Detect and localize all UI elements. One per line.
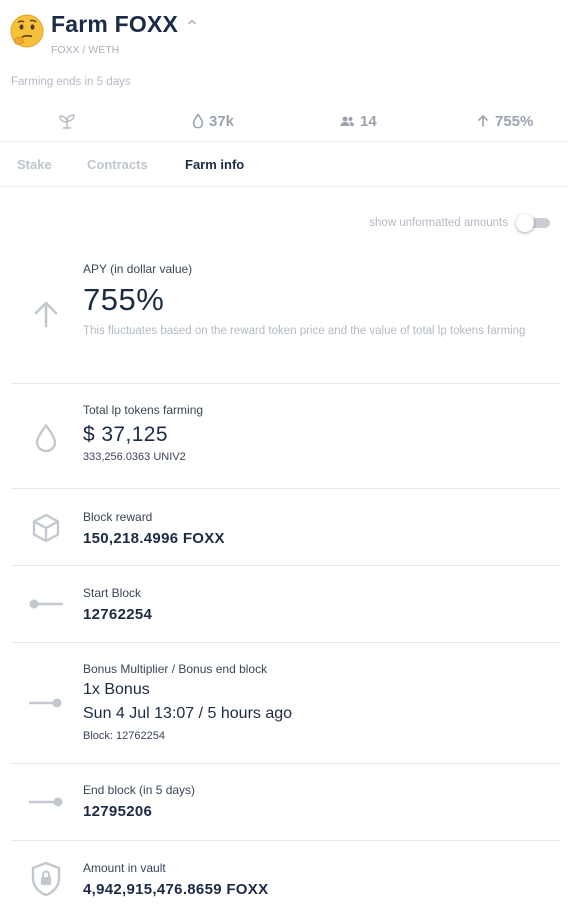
- info-row-end-block: End block (in 5 days) 12795206: [11, 764, 561, 841]
- row-body: Amount in vault 4,942,915,476.8659 FOXX: [83, 860, 551, 900]
- token-pair: FOXX / WETH: [51, 44, 120, 56]
- apy-label: APY (in dollar value): [83, 262, 193, 276]
- farming-ends-text: Farming ends in 5 days: [11, 76, 131, 88]
- unformatted-amounts-toggle[interactable]: [516, 214, 550, 232]
- timeline-start-icon: [29, 599, 63, 609]
- row-icon: [26, 294, 66, 334]
- tab-bar: Stake Contracts Farm info: [0, 142, 568, 187]
- info-row-start-block: Start Block 12762254: [11, 566, 561, 643]
- info-row-block-reward: Block reward 150,218.4996 FOXX: [11, 489, 561, 566]
- sprout-icon: [59, 114, 75, 129]
- chevron-up-icon[interactable]: [186, 16, 198, 28]
- row-icon: [26, 508, 66, 548]
- tab-farm-info[interactable]: Farm info: [185, 157, 244, 172]
- stat-sprout: [58, 106, 81, 136]
- block-reward-value: 150,218.4996 FOXX: [83, 530, 225, 547]
- tab-contracts[interactable]: Contracts: [87, 157, 148, 172]
- info-row-apy: APY (in dollar value) 755% This fluctuat…: [11, 250, 561, 384]
- row-icon: [26, 418, 66, 458]
- farm-header: Farm FOXX FOXX / WETH: [10, 10, 558, 60]
- bonus-end-block: Block: 12762254: [83, 730, 165, 742]
- total-lp-sub: 333,256.0363 UNIV2: [83, 451, 186, 463]
- farm-info-list: APY (in dollar value) 755% This fluctuat…: [11, 250, 561, 910]
- toggle-label: show unformatted amounts: [369, 217, 508, 229]
- stat-value: 14: [360, 112, 377, 130]
- row-icon: [26, 859, 66, 899]
- row-icon: [26, 683, 66, 723]
- row-body: Total lp tokens farming $ 37,125 333,256…: [83, 402, 551, 465]
- total-lp-label: Total lp tokens farming: [83, 403, 204, 417]
- shield-lock-icon: [31, 861, 61, 897]
- bonus-label: Bonus Multiplier / Bonus end block: [83, 662, 268, 676]
- vault-label: Amount in vault: [83, 861, 166, 875]
- start-block-value: 12762254: [83, 606, 153, 623]
- row-body: End block (in 5 days) 12795206: [83, 782, 551, 822]
- unformatted-toggle-row: show unformatted amounts: [369, 214, 550, 232]
- stat-value: 755%: [495, 112, 534, 130]
- toggle-knob[interactable]: [516, 214, 534, 232]
- block-reward-label: Block reward: [83, 510, 153, 524]
- bonus-end-date: Sun 4 Jul 13:07 / 5 hours ago: [83, 705, 293, 722]
- info-row-bonus: Bonus Multiplier / Bonus end block 1x Bo…: [11, 643, 561, 764]
- end-block-label: End block (in 5 days): [83, 783, 196, 797]
- arrow-up-icon: [477, 114, 489, 127]
- timeline-end-icon: [29, 797, 63, 807]
- stat-apy: 755%: [476, 106, 533, 136]
- info-row-vault: Amount in vault 4,942,915,476.8659 FOXX: [11, 841, 561, 910]
- row-body: Block reward 150,218.4996 FOXX: [83, 509, 551, 549]
- start-block-label: Start Block: [83, 586, 142, 600]
- cube-icon: [32, 513, 60, 543]
- apy-note: This fluctuates based on the reward toke…: [83, 325, 526, 337]
- stats-bar: 37k 14 755%: [0, 106, 568, 142]
- stat-liquidity: 37k: [192, 106, 234, 136]
- users-icon: [340, 116, 354, 126]
- stat-value: 37k: [209, 112, 235, 130]
- thinking-face-icon: [10, 14, 44, 48]
- stat-farmers: 14: [339, 106, 377, 136]
- row-icon: [26, 584, 66, 624]
- vault-value: 4,942,915,476.8659 FOXX: [83, 881, 269, 898]
- drop-icon: [192, 113, 204, 129]
- row-body: Bonus Multiplier / Bonus end block 1x Bo…: [83, 661, 551, 744]
- row-body: APY (in dollar value) 755% This fluctuat…: [83, 261, 551, 341]
- bonus-multiplier: 1x Bonus: [83, 681, 150, 698]
- page-title: Farm FOXX: [51, 11, 179, 37]
- timeline-bonus-icon: [29, 698, 62, 708]
- tab-stake[interactable]: Stake: [17, 157, 52, 172]
- info-row-total-lp: Total lp tokens farming $ 37,125 333,256…: [11, 384, 561, 489]
- row-body: Start Block 12762254: [83, 585, 551, 625]
- arrow-up-icon: [34, 301, 58, 328]
- apy-value: 755%: [83, 282, 165, 317]
- drop-icon: [35, 423, 57, 453]
- end-block-value: 12795206: [83, 803, 153, 820]
- row-icon: [26, 782, 66, 822]
- total-lp-value: $ 37,125: [83, 423, 168, 446]
